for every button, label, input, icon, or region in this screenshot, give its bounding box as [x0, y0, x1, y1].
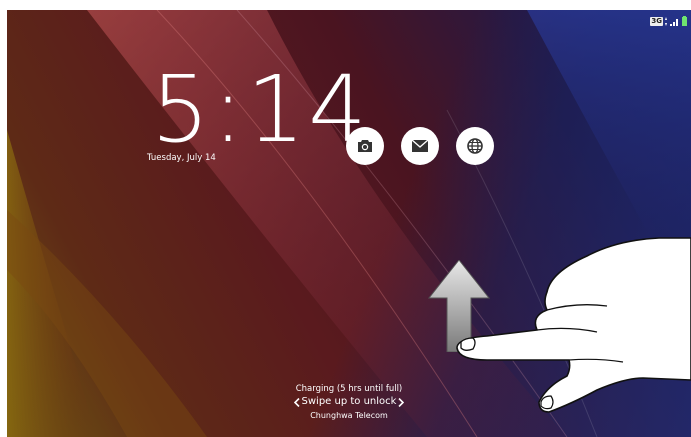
mail-shortcut-button[interactable] [401, 127, 439, 165]
camera-icon [358, 140, 372, 152]
clock: 5:14 [151, 56, 370, 163]
lock-footer: Charging (5 hrs until full) Swipe up to … [7, 383, 691, 422]
chevron-right-icon [398, 397, 405, 407]
signal-icon [670, 18, 678, 26]
status-bar: 3G [650, 16, 687, 26]
carrier-label: Chunghwa Telecom [310, 411, 388, 420]
camera-shortcut-button[interactable] [346, 127, 384, 165]
swipe-to-unlock[interactable]: Swipe up to unlock [7, 395, 691, 409]
browser-shortcut-button[interactable] [456, 127, 494, 165]
lock-screen[interactable]: 3G 5:14 Tuesday, July 14 Charging (5 hrs… [7, 10, 691, 437]
charging-status: Charging (5 hrs until full) [295, 384, 403, 394]
data-arrows-icon [665, 16, 667, 26]
date-label: Tuesday, July 14 [147, 153, 216, 163]
mail-icon [412, 140, 428, 152]
battery-icon [682, 16, 687, 26]
network-type-badge: 3G [650, 16, 663, 26]
swipe-hint-label: Swipe up to unlock [301, 396, 397, 407]
chevron-left-icon [293, 397, 300, 407]
browser-icon [467, 138, 483, 154]
